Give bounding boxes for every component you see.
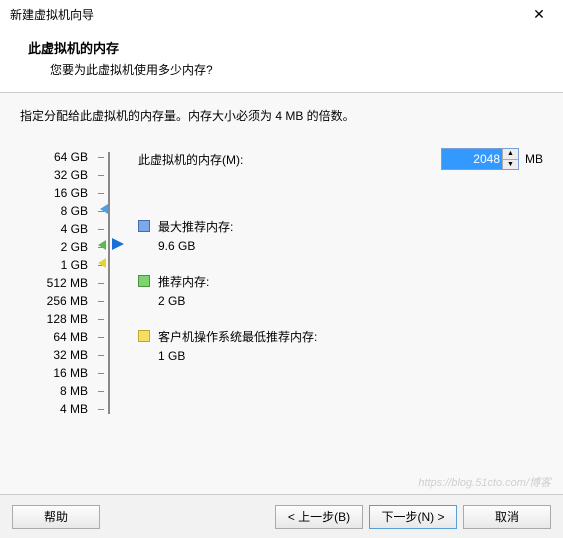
- help-button[interactable]: 帮助: [12, 505, 100, 529]
- scale-tick: 16 MB: [20, 364, 92, 382]
- scale-tick: 2 GB: [20, 238, 92, 256]
- scale-tick: 32 GB: [20, 166, 92, 184]
- rec-min-title: 客户机操作系统最低推荐内存:: [158, 328, 317, 345]
- rec-max: 最大推荐内存: 9.6 GB: [138, 218, 543, 253]
- content: 指定分配给此虚拟机的内存量。内存大小必须为 4 MB 的倍数。 64 GB32 …: [0, 93, 563, 432]
- square-blue-icon: [138, 220, 150, 232]
- scale-tick: 4 MB: [20, 400, 92, 418]
- rec-min-value: 1 GB: [158, 349, 317, 363]
- scale-tick: 512 MB: [20, 274, 92, 292]
- page-heading: 此虚拟机的内存: [28, 38, 543, 57]
- square-yellow-icon: [138, 330, 150, 342]
- scale-tick: 64 MB: [20, 328, 92, 346]
- square-green-icon: [138, 275, 150, 287]
- scale-tick: 32 MB: [20, 346, 92, 364]
- memory-spinner[interactable]: ▲ ▼: [502, 149, 518, 169]
- footer: 帮助 < 上一步(B) 下一步(N) > 取消: [0, 494, 563, 538]
- scale-tick: 128 MB: [20, 310, 92, 328]
- scale-tick: 8 MB: [20, 382, 92, 400]
- slider-track[interactable]: [92, 148, 126, 418]
- rec-max-value: 9.6 GB: [158, 239, 233, 253]
- scale-tick: 4 GB: [20, 220, 92, 238]
- rec-max-title: 最大推荐内存:: [158, 218, 233, 235]
- next-button[interactable]: 下一步(N) >: [369, 505, 457, 529]
- wizard-header: 此虚拟机的内存 您要为此虚拟机使用多少内存?: [0, 28, 563, 92]
- intro-text: 指定分配给此虚拟机的内存量。内存大小必须为 4 MB 的倍数。: [20, 107, 543, 124]
- spin-down-icon[interactable]: ▼: [503, 160, 518, 170]
- rec-value: 2 GB: [158, 294, 209, 308]
- close-icon[interactable]: ✕: [519, 6, 559, 23]
- scale-tick: 64 GB: [20, 148, 92, 166]
- spin-up-icon[interactable]: ▲: [503, 149, 518, 160]
- memory-scale: 64 GB32 GB16 GB8 GB4 GB2 GB1 GB512 MB256…: [20, 148, 92, 418]
- memory-input-wrap: ▲ ▼: [441, 148, 519, 170]
- titlebar: 新建虚拟机向导 ✕: [0, 0, 563, 28]
- scale-tick: 16 GB: [20, 184, 92, 202]
- slider-thumb-icon[interactable]: [112, 238, 124, 250]
- watermark: https://blog.51cto.com/博客: [418, 474, 551, 490]
- min-marker-icon: [98, 258, 106, 268]
- rec-min: 客户机操作系统最低推荐内存: 1 GB: [138, 328, 543, 363]
- scale-tick: 1 GB: [20, 256, 92, 274]
- window-title: 新建虚拟机向导: [10, 6, 94, 23]
- scale-tick: 8 GB: [20, 202, 92, 220]
- memory-unit: MB: [525, 152, 543, 166]
- info-panel: 此虚拟机的内存(M): ▲ ▼ MB 最大推荐内存: 9.6: [126, 148, 543, 418]
- rec-rec: 推荐内存: 2 GB: [138, 273, 543, 308]
- cancel-button[interactable]: 取消: [463, 505, 551, 529]
- max-marker-icon: [100, 204, 108, 214]
- memory-label: 此虚拟机的内存(M):: [138, 151, 441, 168]
- scale-tick: 256 MB: [20, 292, 92, 310]
- back-button[interactable]: < 上一步(B): [275, 505, 363, 529]
- rec-title: 推荐内存:: [158, 273, 209, 290]
- page-subheading: 您要为此虚拟机使用多少内存?: [28, 61, 543, 78]
- memory-input[interactable]: [442, 149, 502, 169]
- rec-marker-icon: [98, 240, 106, 250]
